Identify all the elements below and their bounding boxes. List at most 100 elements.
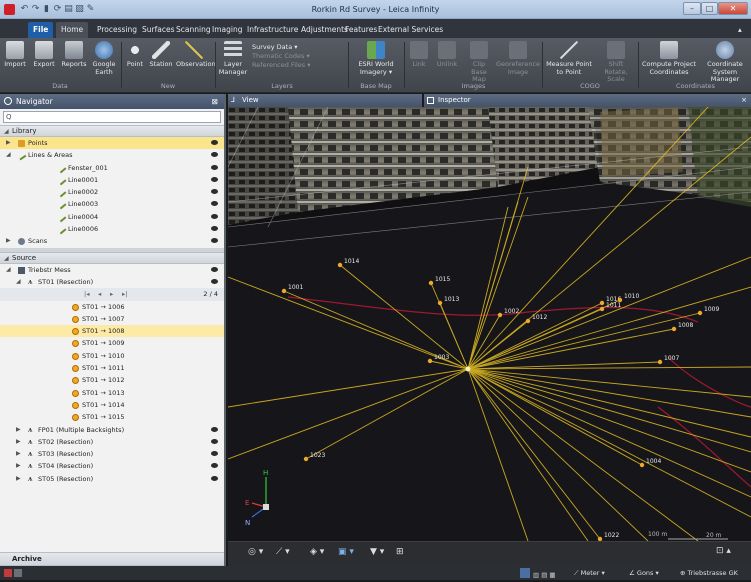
tab-file[interactable]: File — [28, 22, 54, 38]
line-item[interactable]: Line0003 — [0, 198, 224, 210]
distance-unit-dropdown[interactable]: ⟋ Meter ▾ — [574, 566, 605, 580]
observation-button[interactable]: Observation — [176, 41, 216, 69]
navigation-mode-icon[interactable]: ◎ ▾ — [248, 547, 263, 557]
tab-home[interactable]: Home — [56, 22, 89, 38]
visibility-eye-icon[interactable] — [211, 438, 218, 444]
images-group-label: Images — [461, 82, 486, 90]
google-earth-button[interactable]: Google Earth — [90, 41, 118, 76]
line-item[interactable]: Line0006 — [0, 223, 224, 235]
visibility-eye-icon[interactable] — [211, 189, 218, 195]
line-item[interactable]: Line0004 — [0, 211, 224, 223]
ribbon-collapse-icon[interactable]: ▴ — [738, 22, 742, 38]
shift-rotate-scale-button[interactable]: Shift Rotate, Scale — [596, 41, 636, 84]
view-options-icon[interactable]: ⊡ ▴ — [716, 546, 731, 556]
station-button[interactable]: Station — [148, 41, 174, 69]
visibility-eye-icon[interactable] — [211, 140, 218, 145]
export-button[interactable]: Export — [31, 41, 57, 69]
link-button[interactable]: Link — [407, 41, 431, 69]
navigator-search-input[interactable]: Q — [3, 111, 221, 123]
station-item[interactable]: ▶ ⩚ ST03 (Resection) — [0, 448, 224, 460]
observation-item[interactable]: ST01 → 1006 — [0, 301, 224, 313]
source-root-item[interactable]: ◢ Triebstr Mess — [0, 264, 224, 276]
pager-last-button[interactable]: ▸| — [122, 288, 127, 300]
tab-processing[interactable]: Processing — [92, 22, 142, 38]
referenced-files-dropdown[interactable]: Referenced Files ▾ — [252, 61, 344, 70]
coordinate-system-manager-button[interactable]: Coordinate System Manager — [699, 41, 751, 84]
tab-inspector[interactable]: Inspector × — [424, 94, 751, 107]
tab-infrastructure[interactable]: Infrastructure — [242, 22, 303, 38]
point-cloud-scene[interactable]: 1014100110151013100210121016 101010111009… — [228, 107, 751, 541]
view-mode-icon[interactable] — [520, 568, 530, 578]
station-item[interactable]: ▶ ⩚ FP01 (Multiple Backsights) — [0, 424, 224, 436]
observation-item[interactable]: ST01 → 1011 — [0, 362, 224, 374]
library-item-lines-areas[interactable]: ◢ Lines & Areas — [0, 149, 224, 161]
layer-manager-button[interactable]: Layer Manager — [218, 41, 248, 76]
line-item[interactable]: Line0001 — [0, 174, 224, 186]
message-status-icon[interactable] — [14, 569, 22, 577]
import-button[interactable]: Import — [2, 41, 28, 69]
observation-item[interactable]: ST01 → 1015 — [0, 411, 224, 423]
visibility-eye-icon[interactable] — [211, 238, 218, 244]
visibility-eye-icon[interactable] — [211, 451, 218, 457]
point-style-icon[interactable]: ◈ ▾ — [310, 547, 324, 557]
observation-item[interactable]: ST01 → 1010 — [0, 350, 224, 362]
visibility-eye-icon[interactable] — [211, 226, 218, 232]
observation-item[interactable]: ST01 → 1009 — [0, 337, 224, 349]
visibility-eye-icon[interactable] — [211, 152, 218, 158]
visibility-eye-icon[interactable] — [211, 278, 218, 284]
visibility-eye-icon[interactable] — [211, 164, 218, 170]
library-item-scans[interactable]: ▶ Scans — [0, 235, 224, 247]
survey-data-dropdown[interactable]: Survey Data ▾ — [252, 43, 344, 52]
pager-next-button[interactable]: ▸ — [110, 288, 113, 300]
line-item[interactable]: Line0002 — [0, 186, 224, 198]
visibility-eye-icon[interactable] — [211, 463, 218, 469]
error-status-icon[interactable] — [4, 569, 12, 577]
3d-view-canvas[interactable]: 1014 1001 1015 1013 1002 1012 1016 1010 1011 1009… — [228, 107, 751, 541]
clip-base-map-button[interactable]: Clip Base Map — [464, 41, 494, 84]
observation-item[interactable]: ST01 → 1013 — [0, 387, 224, 399]
filter-icon[interactable]: ▼ ▾ — [370, 547, 384, 557]
thematic-codes-dropdown[interactable]: Thematic Codes ▾ — [252, 52, 344, 61]
visibility-eye-icon[interactable] — [211, 475, 218, 481]
station-item-st01[interactable]: ◢ ⩚ ST01 (Resection) — [0, 276, 224, 288]
angle-unit-dropdown[interactable]: ∠ Gons ▾ — [629, 566, 659, 580]
pager-prev-button[interactable]: ◂ — [98, 288, 101, 300]
pager-first-button[interactable]: |◂ — [84, 288, 89, 300]
library-item-points[interactable]: ▶ Points — [0, 137, 224, 150]
esri-world-imagery-button[interactable]: ESRI World Imagery ▾ — [351, 41, 401, 76]
observation-item[interactable]: ST01 → 1007 — [0, 313, 224, 325]
station-item[interactable]: ▶ ⩚ ST02 (Resection) — [0, 436, 224, 448]
fit-view-icon[interactable]: ⊞ — [396, 547, 404, 557]
maximize-button[interactable]: □ — [701, 2, 718, 15]
visibility-eye-icon[interactable] — [211, 201, 218, 207]
georeference-image-button[interactable]: Georeference Image — [496, 41, 540, 76]
point-button[interactable]: Point — [124, 41, 146, 69]
source-section[interactable]: ◢ Source — [0, 251, 224, 264]
pin-icon[interactable]: ⊠ — [212, 94, 218, 109]
close-inspector-icon[interactable]: × — [741, 94, 747, 107]
reports-button[interactable]: Reports — [60, 41, 88, 69]
tab-view[interactable]: ⅃ View — [228, 94, 422, 107]
observation-item-selected[interactable]: ST01 → 1008 — [0, 325, 224, 338]
coordinate-system-dropdown[interactable]: ⊕ Triebstrasse GK — [680, 566, 738, 580]
minimize-button[interactable]: – — [683, 2, 701, 15]
observation-item[interactable]: ST01 → 1012 — [0, 374, 224, 386]
render-mode-icon[interactable]: ▣ ▾ — [338, 547, 354, 557]
survey-point-marker — [427, 358, 433, 364]
observation-item[interactable]: ST01 → 1014 — [0, 399, 224, 411]
close-button[interactable]: ✕ — [718, 2, 748, 15]
visibility-eye-icon[interactable] — [211, 266, 218, 272]
visibility-eye-icon[interactable] — [211, 213, 218, 219]
line-item[interactable]: Fenster_001 — [0, 162, 224, 174]
compute-coordinates-button[interactable]: Compute Project Coordinates — [640, 41, 698, 76]
tab-external-services[interactable]: External Services — [373, 22, 448, 38]
visibility-eye-icon[interactable] — [211, 426, 218, 432]
measure-point-to-point-button[interactable]: Measure Point to Point — [544, 41, 594, 76]
archive-section[interactable]: Archive — [0, 552, 224, 566]
select-tool-icon[interactable]: ⟋ ▾ — [276, 547, 290, 557]
visibility-eye-icon[interactable] — [211, 176, 218, 182]
station-item[interactable]: ▶ ⩚ ST04 (Resection) — [0, 460, 224, 472]
station-item[interactable]: ▶ ⩚ ST05 (Resection) — [0, 473, 224, 485]
unlink-button[interactable]: Unlink — [433, 41, 461, 69]
library-section[interactable]: ◢ Library — [0, 125, 224, 137]
